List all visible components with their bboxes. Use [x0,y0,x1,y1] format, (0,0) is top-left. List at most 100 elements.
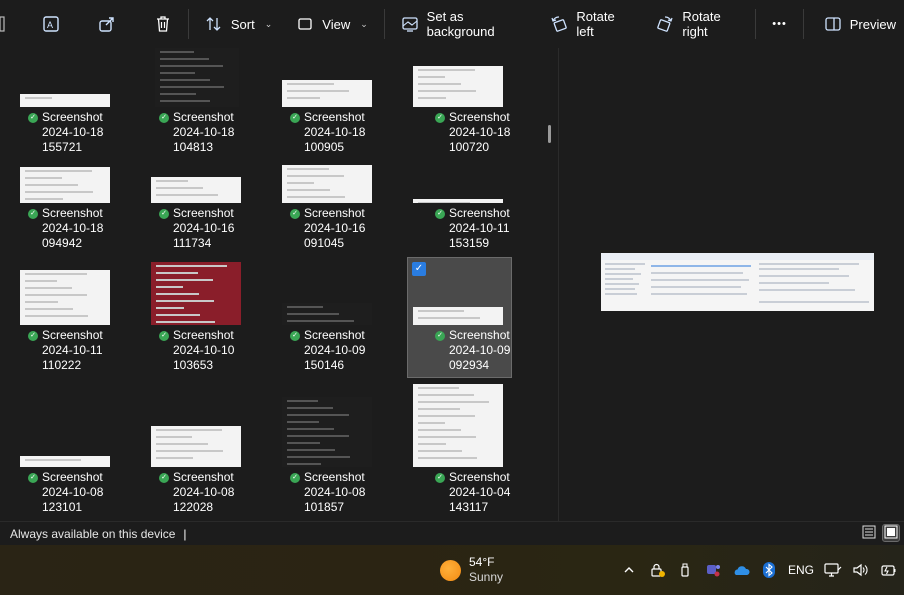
file-item[interactable]: ✓ Screenshot 2024-10-18 155721 [28,110,146,155]
chevron-down-icon: ⌄ [264,18,273,29]
wallpaper-icon [401,15,419,33]
file-item[interactable]: ✓ Screenshot 2024-10-09 150146 [290,328,408,373]
file-name-date: 2024-10-11 [42,343,103,357]
toolbar-separator [755,9,757,39]
file-name-date: 2024-10-10 [173,343,235,357]
file-thumbnail[interactable] [151,426,241,467]
sort-button[interactable]: Sort ⌄ [197,8,280,40]
availability-status: Always available on this device [10,526,176,541]
text-cursor: | [183,526,187,541]
rotate-left-label: Rotate left [576,9,615,39]
status-bar: Always available on this device | [0,521,904,545]
file-item[interactable]: ✓ Screenshot 2024-10-16 111734 [159,206,277,251]
file-item[interactable]: ✓ Screenshot 2024-10-08 123101 [28,470,146,515]
sync-ok-check-icon: ✓ [159,208,169,219]
rotate-left-icon [550,15,568,33]
file-thumbnail[interactable] [282,165,372,203]
chevron-down-icon: ⌄ [360,18,368,29]
file-thumbnail[interactable] [413,66,503,107]
file-item[interactable]: ✓ Screenshot 2024-10-08 122028 [159,470,277,515]
file-thumbnail[interactable] [20,456,110,467]
file-name-time: 101857 [304,500,345,514]
delete-button[interactable] [146,8,180,40]
file-name-date: 2024-10-08 [42,485,104,499]
sync-ok-check-icon: ✓ [290,330,300,341]
file-name-date: 2024-10-04 [449,485,511,499]
file-name-time: 100905 [304,140,345,154]
sync-ok-check-icon: ✓ [290,208,300,219]
rename-button[interactable]: A [34,8,68,40]
bluetooth-icon[interactable] [760,561,778,579]
rotate-right-button[interactable]: Rotate right [648,8,747,40]
rotate-left-button[interactable]: Rotate left [542,8,634,40]
file-thumbnail[interactable] [282,80,372,107]
input-language[interactable]: ENG [788,563,814,577]
file-item[interactable]: ✓ Screenshot 2024-10-18 094942 [28,206,146,251]
file-name-time: 110222 [42,358,82,372]
selection-checkbox[interactable]: ✓ [412,262,426,276]
usb-device-icon[interactable] [676,561,694,579]
file-thumbnail[interactable] [282,397,372,467]
view-button[interactable]: View ⌄ [288,8,376,40]
file-thumbnail[interactable] [20,270,110,325]
weather-widget[interactable]: 54°F Sunny [440,555,503,585]
file-thumbnail[interactable] [282,303,372,325]
file-item[interactable]: ✓ Screenshot 2024-10-09 092934 [435,328,545,373]
file-name: Screenshot [173,110,234,124]
file-name: Screenshot [42,328,103,342]
file-name-date: 2024-10-09 [449,343,511,357]
file-item[interactable]: ✓ Screenshot 2024-10-16 091045 [290,206,408,251]
show-hidden-icons-chevron-up-icon[interactable] [620,561,638,579]
file-name: Screenshot [304,470,365,484]
preview-image [601,253,874,311]
file-thumbnail[interactable] [151,177,241,203]
file-name: Screenshot [42,110,103,124]
file-item[interactable]: ✓ Screenshot 2024-10-18 100905 [290,110,408,155]
system-tray: ENG [620,545,904,595]
large-icons-view-icon [884,525,898,542]
file-item[interactable]: ✓ Screenshot 2024-10-10 103653 [159,328,277,373]
rename-icon: A [42,15,60,33]
file-thumbnail[interactable] [155,48,239,107]
file-thumbnail[interactable] [20,94,110,107]
file-name-time: 091045 [304,236,345,250]
file-thumbnail[interactable] [20,167,110,203]
file-item[interactable]: ✓ Screenshot 2024-10-11 153159 [435,206,545,251]
file-thumbnail[interactable] [413,384,503,467]
volume-icon[interactable] [852,561,870,579]
toolbar-separator [802,9,804,39]
lock-warning-icon[interactable] [648,561,666,579]
file-item[interactable]: ✓ Screenshot 2024-10-18 104813 [159,110,277,155]
file-item[interactable]: ✓ Screenshot 2024-10-04 143117 [435,470,545,515]
see-more-button[interactable]: ••• [764,8,795,40]
sync-ok-check-icon: ✓ [435,112,445,123]
details-view-icon [862,525,876,542]
vertical-scrollbar[interactable] [548,125,551,143]
file-thumbnail[interactable] [151,262,241,325]
file-name-time: 123101 [42,500,83,514]
preview-button[interactable]: Preview [816,8,904,40]
details-view-button[interactable] [860,524,878,542]
file-name-time: 092934 [449,358,490,372]
sync-ok-check-icon: ✓ [28,330,38,341]
file-item[interactable]: ✓ Screenshot 2024-10-08 101857 [290,470,408,515]
file-name-time: 153159 [449,236,490,250]
file-name: Screenshot [42,470,103,484]
file-name-time: 155721 [42,140,83,154]
file-name-date: 2024-10-11 [449,221,510,235]
file-name-date: 2024-10-18 [449,125,511,139]
onedrive-cloud-icon[interactable] [732,561,750,579]
large-icons-view-button[interactable] [882,524,900,542]
file-name-time: 104813 [173,140,214,154]
battery-charging-icon[interactable] [880,561,898,579]
set-as-background-button[interactable]: Set as background [393,8,529,40]
share-button[interactable] [90,8,124,40]
file-item[interactable]: ✓ Screenshot 2024-10-18 100720 [435,110,545,155]
file-thumbnail[interactable] [413,199,503,203]
file-name-time: 100720 [449,140,490,154]
teams-icon[interactable] [704,561,722,579]
file-thumbnail[interactable] [413,307,503,325]
overflow-edge-icon[interactable] [0,8,10,40]
network-monitor-icon[interactable] [824,561,842,579]
file-item[interactable]: ✓ Screenshot 2024-10-11 110222 [28,328,146,373]
